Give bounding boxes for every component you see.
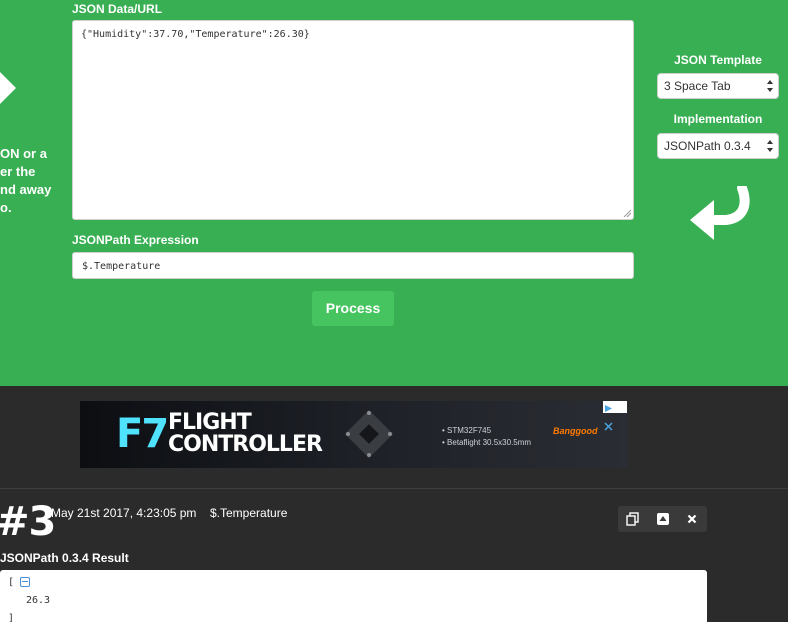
- collapse-up-icon[interactable]: [656, 512, 670, 526]
- jsonpath-input[interactable]: $.Temperature: [72, 252, 634, 279]
- ad-specs: • STM32F745 • Betaflight 30.5x30.5mm: [442, 426, 532, 447]
- result-value: 26.3: [26, 595, 51, 606]
- input-panel: ON or a er the nd away o. JSON Data/URL …: [0, 0, 788, 386]
- close-icon[interactable]: [685, 512, 699, 526]
- ad-logo: F7: [116, 411, 169, 457]
- collapse-icon[interactable]: [20, 577, 30, 587]
- curved-arrow-left-icon: [690, 186, 750, 240]
- jsonpath-label: JSONPath Expression: [72, 233, 199, 247]
- json-data-textarea[interactable]: {"Humidity":37.70,"Temperature":26.30}: [72, 20, 634, 220]
- flight-controller-image: [344, 409, 394, 459]
- implementation-value: JSONPath 0.3.4: [664, 139, 751, 153]
- json-data-label: JSON Data/URL: [72, 2, 163, 16]
- ad-close-icon[interactable]: [603, 421, 614, 432]
- json-data-value: {"Humidity":37.70,"Temperature":26.30}: [81, 29, 310, 40]
- copy-icon[interactable]: [626, 512, 640, 526]
- divider: [0, 488, 788, 489]
- open-bracket: [: [8, 577, 15, 588]
- close-bracket: ]: [8, 613, 15, 622]
- result-expression: $.Temperature: [210, 506, 288, 520]
- json-template-select[interactable]: 3 Space Tab: [657, 73, 779, 99]
- ad-brand: Banggood: [553, 426, 598, 436]
- implementation-label: Implementation: [673, 112, 763, 126]
- result-actions: [618, 506, 707, 532]
- json-template-value: 3 Space Tab: [664, 79, 731, 93]
- select-arrows-icon: [767, 80, 773, 92]
- ad-choices-icon[interactable]: [603, 403, 614, 414]
- result-label: JSONPath 0.3.4 Result: [0, 551, 129, 565]
- result-number: #3: [0, 499, 56, 545]
- resize-handle-icon[interactable]: [623, 209, 631, 217]
- result-output: [ 26.3 ]: [0, 570, 707, 622]
- ad-title: FLIGHT CONTROLLER: [168, 410, 323, 457]
- select-arrows-icon: [767, 140, 773, 152]
- result-timestamp: May 21st 2017, 4:23:05 pm: [51, 506, 197, 520]
- process-button[interactable]: Process: [312, 291, 394, 326]
- ad-choices[interactable]: [603, 401, 627, 431]
- arrow-right-icon: [0, 72, 16, 104]
- json-template-label: JSON Template: [674, 53, 762, 67]
- intro-text: ON or a er the nd away o.: [0, 146, 52, 215]
- ad-banner[interactable]: F7 FLIGHT CONTROLLER • STM32F745 • Betaf…: [80, 401, 628, 468]
- implementation-select[interactable]: JSONPath 0.3.4: [657, 133, 779, 159]
